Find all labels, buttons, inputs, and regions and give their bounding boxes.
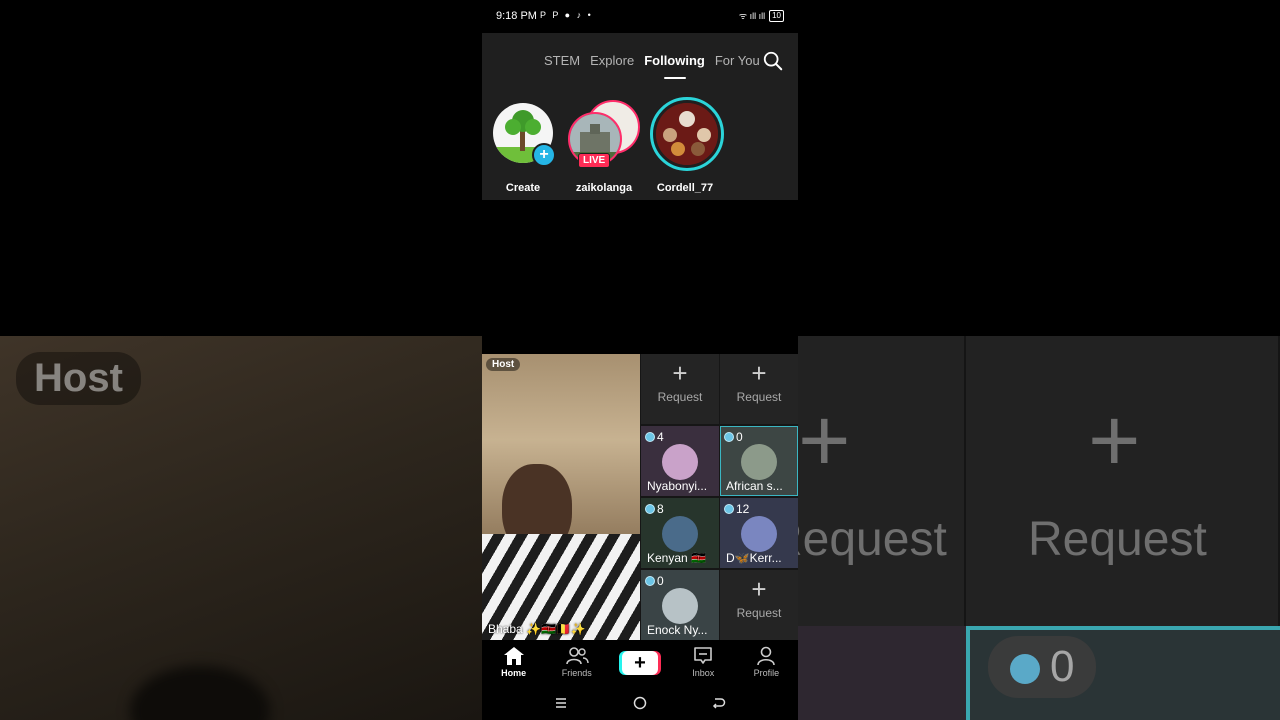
host-label: Host xyxy=(486,358,521,371)
coin-icon xyxy=(724,432,734,442)
story-cordell-username: Cordell_77 xyxy=(656,182,714,194)
guest-avatar xyxy=(741,444,777,480)
nav-home[interactable]: Home xyxy=(482,640,545,686)
stories-row: + Create LIVE zaikolanga Cordell_77 xyxy=(482,97,798,197)
system-nav xyxy=(482,686,798,720)
guest-count: 4 xyxy=(645,430,664,444)
plus-icon: + xyxy=(751,358,767,388)
inbox-icon xyxy=(694,647,713,664)
home-circle-icon[interactable] xyxy=(632,695,648,711)
guest-avatar xyxy=(741,516,777,552)
background-dot-icon xyxy=(1010,654,1040,685)
top-bar: STEM Explore Following For You + Create … xyxy=(482,33,798,200)
host-name: Bhaba ✨🇰🇪🇧🇪✨ xyxy=(488,622,586,636)
friends-icon xyxy=(565,647,589,665)
bottom-nav: Home Friends + Inbox Profile xyxy=(482,640,798,686)
guest-count-value: 0 xyxy=(736,430,743,444)
status-bar: 9:18 PM P P ● ♪ • ᯤ ıll ıll 10 xyxy=(482,0,798,33)
guest-name: Enock Ny... xyxy=(647,623,708,637)
status-app-icons: P P ● ♪ • xyxy=(540,10,593,20)
guest-count-value: 4 xyxy=(657,430,664,444)
guest-name: D🦋Kerr... xyxy=(726,551,782,565)
status-time: 9:18 PM xyxy=(496,10,537,22)
background-shape xyxy=(130,666,270,720)
coin-icon xyxy=(645,432,655,442)
guest-count: 0 xyxy=(645,574,664,588)
background-plus-icon: + xyxy=(798,391,851,491)
host-video[interactable]: Host Bhaba ✨🇰🇪🇧🇪✨ xyxy=(482,354,640,640)
background-plus-icon: + xyxy=(1088,391,1141,491)
tab-stem[interactable]: STEM xyxy=(544,53,580,68)
guest-name: Kenyan 🇰🇪 xyxy=(647,551,706,565)
live-badge: LIVE xyxy=(578,153,611,168)
recents-icon[interactable] xyxy=(553,695,569,711)
background-count: 0 xyxy=(988,636,1097,698)
guest-count-value: 8 xyxy=(657,502,664,516)
background-host-blur: Host xyxy=(0,336,482,720)
tab-following[interactable]: Following xyxy=(644,53,705,79)
profile-icon xyxy=(757,646,776,666)
add-story-icon[interactable]: + xyxy=(532,143,556,167)
request-label: Request xyxy=(657,390,703,404)
phone-screen: 9:18 PM P P ● ♪ • ᯤ ıll ıll 10 STEM Expl… xyxy=(482,0,798,720)
signal-icon: ᯤ ıll ıll xyxy=(738,11,766,21)
background-host-label: Host xyxy=(16,352,141,405)
nav-friends-label: Friends xyxy=(561,668,592,678)
guest-tile[interactable]: 4 Nyabonyi... xyxy=(641,426,719,496)
guest-count-value: 12 xyxy=(736,502,750,516)
nav-inbox[interactable]: Inbox xyxy=(672,640,735,686)
guest-avatar xyxy=(662,444,698,480)
background-tile xyxy=(798,626,966,720)
create-plus-icon: + xyxy=(622,651,658,675)
nav-profile[interactable]: Profile xyxy=(735,640,798,686)
nav-create[interactable]: + xyxy=(608,640,671,686)
nav-inbox-label: Inbox xyxy=(692,668,715,678)
battery-icon: 10 xyxy=(769,9,784,22)
guest-tile[interactable]: 8 Kenyan 🇰🇪 xyxy=(641,498,719,568)
guest-tile[interactable]: 12 D🦋Kerr... xyxy=(720,498,798,568)
coin-icon xyxy=(724,504,734,514)
background-request-text: Request xyxy=(798,513,947,566)
guest-tile-selected[interactable]: 0 African s... xyxy=(720,426,798,496)
guest-count-value: 0 xyxy=(657,574,664,588)
background-count-value: 0 xyxy=(1050,642,1075,691)
guest-count: 0 xyxy=(724,430,743,444)
guest-name: African s... xyxy=(726,479,783,493)
request-label: Request xyxy=(736,606,782,620)
request-label: Request xyxy=(736,390,782,404)
tab-explore[interactable]: Explore xyxy=(590,53,634,68)
guest-count: 8 xyxy=(645,502,664,516)
back-icon[interactable] xyxy=(710,695,726,711)
tab-for-you[interactable]: For You xyxy=(715,53,760,68)
background-request-text: Request xyxy=(1028,513,1207,566)
plus-icon: + xyxy=(672,358,688,388)
search-icon[interactable] xyxy=(762,50,784,72)
status-right: ᯤ ıll ıll 10 xyxy=(739,9,784,22)
nav-profile-label: Profile xyxy=(753,668,780,678)
group-avatar-icon xyxy=(656,103,718,165)
request-slot[interactable]: + Request xyxy=(720,354,798,424)
request-slot[interactable]: + Request xyxy=(720,570,798,640)
plus-icon: + xyxy=(751,574,767,604)
coin-icon xyxy=(645,504,655,514)
nav-friends[interactable]: Friends xyxy=(545,640,608,686)
guest-count: 12 xyxy=(724,502,749,516)
guest-tile[interactable]: 0 Enock Ny... xyxy=(641,570,719,640)
request-slot[interactable]: + Request xyxy=(641,354,719,424)
nav-home-label: Home xyxy=(501,668,527,678)
empty-area xyxy=(482,200,798,354)
cordell-avatar xyxy=(656,103,718,165)
top-tabs: STEM Explore Following For You xyxy=(544,53,760,79)
background-grid-blur: + + Request Request 0 xyxy=(798,336,1280,720)
live-grid: Host Bhaba ✨🇰🇪🇧🇪✨ + Request + Request 4 … xyxy=(482,354,798,640)
home-icon xyxy=(503,647,524,665)
guest-avatar xyxy=(662,516,698,552)
guest-avatar xyxy=(662,588,698,624)
coin-icon xyxy=(645,576,655,586)
guest-name: Nyabonyi... xyxy=(647,479,708,493)
